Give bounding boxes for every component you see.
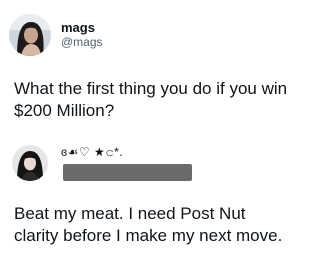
display-name[interactable]: mags xyxy=(61,20,103,35)
user-handle[interactable]: @mags xyxy=(61,35,103,50)
reply-name-decoration: ɞ☙♡ ★𝚌*. xyxy=(61,145,124,159)
reply-header: ɞ☙♡ ★𝚌*. xyxy=(12,145,288,191)
author-info: mags @mags xyxy=(61,20,103,50)
reply-text: Beat my meat. I need Post Nut clarity be… xyxy=(14,204,283,245)
profile-photo-icon[interactable] xyxy=(9,14,51,56)
post-header: mags @mags xyxy=(9,14,103,56)
post-text: What the first thing you do if you win $… xyxy=(14,79,288,120)
reply-profile-photo-icon[interactable] xyxy=(12,145,48,181)
redacted-name-bar xyxy=(63,164,192,181)
screenshot: mags @mags What the first thing you do i… xyxy=(0,0,300,260)
